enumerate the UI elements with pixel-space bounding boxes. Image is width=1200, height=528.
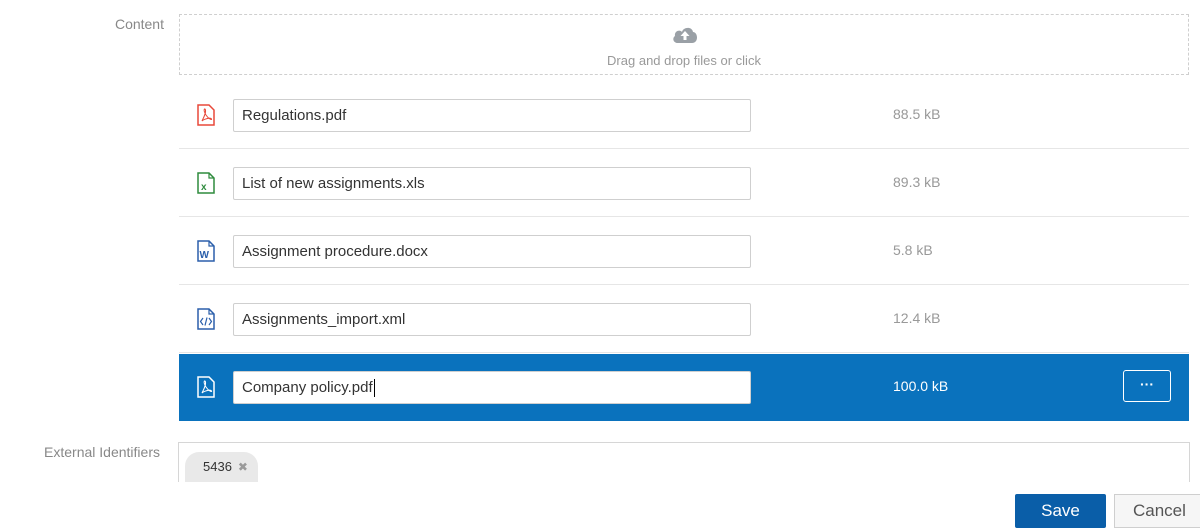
file-size: 5.8 kB — [893, 242, 933, 258]
svg-text:x: x — [201, 182, 207, 193]
file-size: 100.0 kB — [893, 378, 949, 394]
file-dropzone[interactable]: Drag and drop files or click — [179, 14, 1189, 75]
dropzone-hint: Drag and drop files or click — [607, 53, 761, 68]
svg-text:W: W — [200, 250, 210, 261]
xml-file-icon — [197, 308, 215, 330]
file-size: 12.4 kB — [893, 310, 941, 326]
remove-tag-icon[interactable]: ✖ — [238, 460, 248, 474]
excel-file-icon: x — [197, 172, 215, 194]
file-row[interactable]: W Assignment procedure.docx 5.8 kB — [179, 218, 1189, 285]
file-name-input[interactable]: Regulations.pdf — [233, 99, 751, 132]
save-button[interactable]: Save — [1015, 494, 1106, 528]
file-name-value: Company policy.pdf — [242, 379, 373, 396]
file-size: 89.3 kB — [893, 174, 941, 190]
pdf-file-icon — [197, 376, 215, 398]
external-identifiers-input[interactable]: 5436 ✖ — [178, 442, 1190, 482]
file-row[interactable]: Assignments_import.xml 12.4 kB — [179, 286, 1189, 353]
file-row-selected[interactable]: Company policy.pdf 100.0 kB ··· — [179, 354, 1189, 421]
more-options-button[interactable]: ··· — [1123, 370, 1171, 402]
cancel-button[interactable]: Cancel — [1114, 494, 1200, 528]
external-identifiers-label: External Identifiers — [44, 444, 160, 460]
content-label: Content — [114, 16, 164, 32]
file-size: 88.5 kB — [893, 106, 941, 122]
cloud-upload-icon — [673, 27, 697, 43]
file-name-input[interactable]: Assignment procedure.docx — [233, 235, 751, 268]
file-row[interactable]: x List of new assignments.xls 89.3 kB — [179, 150, 1189, 217]
word-file-icon: W — [197, 240, 215, 262]
identifier-tag-label: 5436 — [203, 459, 232, 474]
file-name-input[interactable]: Assignments_import.xml — [233, 303, 751, 336]
text-cursor — [373, 379, 375, 398]
identifier-tag: 5436 ✖ — [185, 452, 258, 482]
file-name-input[interactable]: List of new assignments.xls — [233, 167, 751, 200]
pdf-file-icon — [197, 104, 215, 126]
file-row[interactable]: Regulations.pdf 88.5 kB — [179, 82, 1189, 149]
file-name-input[interactable]: Company policy.pdf — [233, 371, 751, 404]
